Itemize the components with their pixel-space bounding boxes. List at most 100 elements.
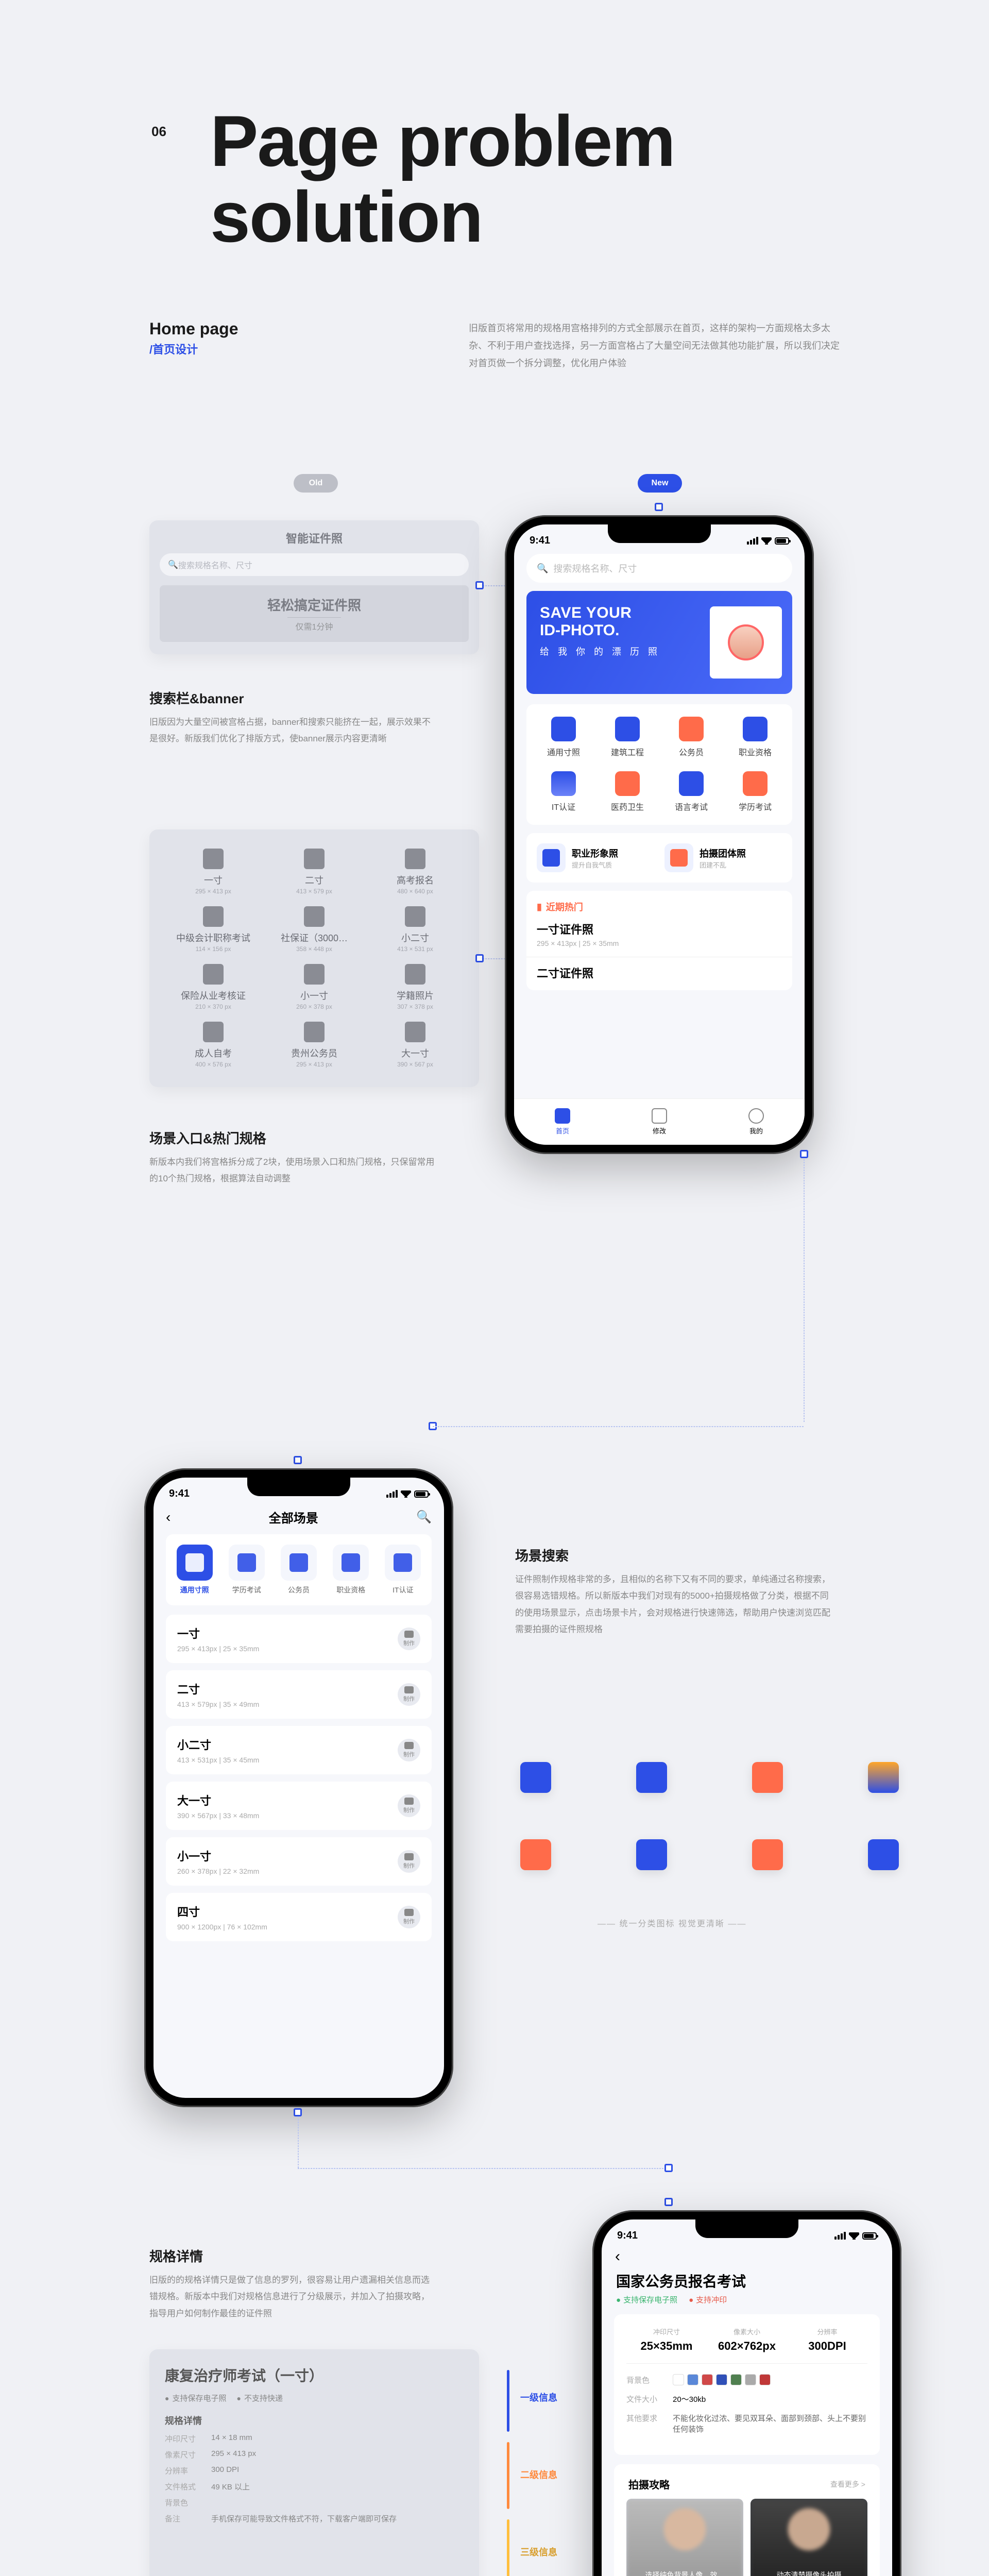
category-icon bbox=[385, 1545, 421, 1581]
wifi-icon bbox=[761, 537, 772, 545]
more-link[interactable]: 查看更多 > bbox=[830, 2479, 865, 2489]
scene-icon bbox=[551, 771, 576, 796]
search-icon: 🔍 bbox=[168, 560, 178, 570]
old-spec-cell[interactable]: 中级会计职称考试114 × 156 px bbox=[165, 903, 262, 956]
category-tab[interactable]: IT认证 bbox=[380, 1545, 427, 1595]
search-input[interactable]: 🔍 搜索规格名称、尺寸 bbox=[526, 554, 792, 583]
scene-cell[interactable]: 职业资格 bbox=[723, 717, 787, 758]
spec-item[interactable]: 四寸900 × 1200px | 76 × 102mm制作 bbox=[166, 1893, 432, 1941]
category-row: 通用寸照学历考试公务员职业资格IT认证 bbox=[166, 1534, 432, 1605]
section-scene-title: 场景搜索 bbox=[515, 1546, 569, 1565]
old-spec-cell[interactable]: 高考报名480 × 640 px bbox=[367, 845, 464, 899]
camera-button[interactable]: 制作 bbox=[398, 1628, 420, 1650]
old-spec-cell[interactable]: 小二寸413 × 531 px bbox=[367, 903, 464, 956]
category-tab[interactable]: 职业资格 bbox=[328, 1545, 374, 1595]
old-spec-cell[interactable]: 保险从业考核证210 × 370 px bbox=[165, 960, 262, 1014]
old-spec-cell[interactable]: 小一寸260 × 378 px bbox=[266, 960, 363, 1014]
old-detail-panel: 康复治疗师考试（一寸） 支持保存电子照 不支持快递 规格详情 冲印尺寸14 × … bbox=[149, 2349, 479, 2576]
icon-grid bbox=[520, 1762, 912, 1870]
anchor-dot bbox=[664, 2198, 673, 2206]
scene-cell[interactable]: 学历考试 bbox=[723, 771, 787, 812]
badge-new-1: New bbox=[638, 474, 682, 493]
phone-home: 9:41 🔍 搜索规格名称、尺寸 SAVE YOUR ID-PHOTO. 给 我… bbox=[505, 515, 814, 1154]
anchor-dot bbox=[294, 1456, 302, 1464]
camera-button[interactable]: 制作 bbox=[398, 1683, 420, 1706]
old-spec-cell[interactable]: 一寸295 × 413 px bbox=[165, 845, 262, 899]
tab-profile[interactable]: 我的 bbox=[748, 1108, 764, 1136]
spec-icon bbox=[405, 906, 425, 927]
old-spec-cell[interactable]: 成人自考400 × 576 px bbox=[165, 1018, 262, 1072]
category-tab[interactable]: 通用寸照 bbox=[171, 1545, 218, 1595]
spec-item[interactable]: 二寸413 × 579px | 35 × 49mm制作 bbox=[166, 1670, 432, 1719]
spec-icon bbox=[203, 849, 224, 869]
scene-cell[interactable]: 建筑工程 bbox=[595, 717, 659, 758]
back-icon[interactable]: ‹ bbox=[166, 1509, 170, 1526]
category-icon bbox=[229, 1545, 265, 1581]
spec-icon bbox=[304, 964, 325, 985]
gallery-image[interactable]: 动态清楚摄像头拍摄 bbox=[751, 2499, 867, 2576]
back-icon[interactable]: ‹ bbox=[615, 2248, 620, 2265]
camera-button[interactable]: 制作 bbox=[398, 1906, 420, 1928]
spec-chips: 支持保存电子照 支持冲印 bbox=[602, 2294, 892, 2314]
spec-title: 国家公务员报名考试 bbox=[602, 2265, 892, 2294]
category-icon bbox=[520, 1762, 551, 1793]
scene-icon bbox=[615, 771, 640, 796]
hot-item[interactable]: 一寸证件照 295 × 413px | 25 × 35mm bbox=[526, 913, 792, 957]
feature-career-photo[interactable]: 职业形象照 提升自我气质 bbox=[537, 843, 654, 872]
spec-item[interactable]: 大一寸390 × 567px | 33 × 48mm制作 bbox=[166, 1782, 432, 1830]
feature-group-photo[interactable]: 拍摄团体照 团建不乱 bbox=[664, 843, 782, 872]
notch bbox=[608, 524, 711, 543]
camera-button[interactable]: 制作 bbox=[398, 1794, 420, 1817]
stat-cell: 分辨率300DPI bbox=[787, 2327, 867, 2353]
spec-icon bbox=[405, 964, 425, 985]
spec-item[interactable]: 小一寸260 × 378px | 22 × 32mm制作 bbox=[166, 1837, 432, 1886]
anchor-dot bbox=[800, 1150, 808, 1158]
scene-cell[interactable]: 医药卫生 bbox=[595, 771, 659, 812]
color-swatches[interactable] bbox=[673, 2374, 771, 2385]
badge-old-1: Old bbox=[294, 474, 338, 493]
feature-row: 职业形象照 提升自我气质 拍摄团体照 团建不乱 bbox=[526, 833, 792, 883]
camera-button[interactable]: 制作 bbox=[398, 1850, 420, 1873]
portrait-icon bbox=[537, 843, 566, 872]
spec-item[interactable]: 一寸295 × 413px | 25 × 35mm制作 bbox=[166, 1615, 432, 1663]
old-spec-cell[interactable]: 学籍照片307 × 378 px bbox=[367, 960, 464, 1014]
spec-icon bbox=[405, 1022, 425, 1042]
scene-cell[interactable]: IT认证 bbox=[532, 771, 595, 812]
wifi-icon bbox=[401, 1490, 411, 1498]
section-scene-desc: 证件照制作规格非常的多，且相似的名称下又有不同的要求，单纯通过名称搜索，很容易选… bbox=[515, 1571, 834, 1638]
level-1-label: 一级信息 bbox=[520, 2391, 557, 2404]
category-icon bbox=[752, 1762, 783, 1793]
spec-icon bbox=[203, 1022, 224, 1042]
tab-bar: 首页 修改 我的 bbox=[514, 1098, 805, 1145]
section-label-home: Home page /首页设计 bbox=[149, 319, 238, 358]
old-spec-cell[interactable]: 社保证（3000…358 × 448 px bbox=[266, 903, 363, 956]
connector bbox=[804, 1154, 805, 1422]
home-banner[interactable]: SAVE YOUR ID-PHOTO. 给 我 你 的 漂 历 照 bbox=[526, 591, 792, 694]
spec-item[interactable]: 小二寸413 × 531px | 35 × 45mm制作 bbox=[166, 1726, 432, 1774]
tab-edit[interactable]: 修改 bbox=[652, 1108, 667, 1136]
category-icon bbox=[636, 1839, 667, 1870]
category-tab[interactable]: 公务员 bbox=[275, 1545, 322, 1595]
edit-icon bbox=[652, 1108, 667, 1124]
old-search-input[interactable]: 🔍 搜索规格名称、尺寸 bbox=[160, 553, 469, 576]
scene-icon bbox=[743, 717, 768, 741]
old-spec-cell[interactable]: 二寸413 × 579 px bbox=[266, 845, 363, 899]
gallery-image[interactable]: 选择纯色背景人像、效… bbox=[626, 2499, 743, 2576]
hot-item[interactable]: 二寸证件照 bbox=[526, 957, 792, 990]
phone-scene-search: 9:41 ‹ 全部场景 🔍 通用寸照学历考试公务员职业资格IT认证 一寸295 … bbox=[144, 1468, 453, 2107]
search-icon[interactable]: 🔍 bbox=[416, 1510, 432, 1524]
category-icon bbox=[752, 1839, 783, 1870]
anchor-dot bbox=[475, 954, 484, 962]
scene-cell[interactable]: 语言考试 bbox=[659, 771, 723, 812]
old-spec-cell[interactable]: 大一寸390 × 567 px bbox=[367, 1018, 464, 1072]
anchor-dot bbox=[664, 2164, 673, 2172]
note-search-desc: 旧版因为大量空间被宫格占据，banner和搜索只能挤在一起，展示效果不是很好。新… bbox=[149, 714, 438, 748]
page-number: 06 bbox=[151, 124, 166, 140]
camera-button[interactable]: 制作 bbox=[398, 1739, 420, 1761]
old-spec-cell[interactable]: 贵州公务员295 × 413 px bbox=[266, 1018, 363, 1072]
tab-home[interactable]: 首页 bbox=[555, 1108, 570, 1136]
hot-header: ▮ 近期热门 bbox=[526, 891, 792, 913]
scene-cell[interactable]: 通用寸照 bbox=[532, 717, 595, 758]
scene-cell[interactable]: 公务员 bbox=[659, 717, 723, 758]
category-tab[interactable]: 学历考试 bbox=[223, 1545, 270, 1595]
